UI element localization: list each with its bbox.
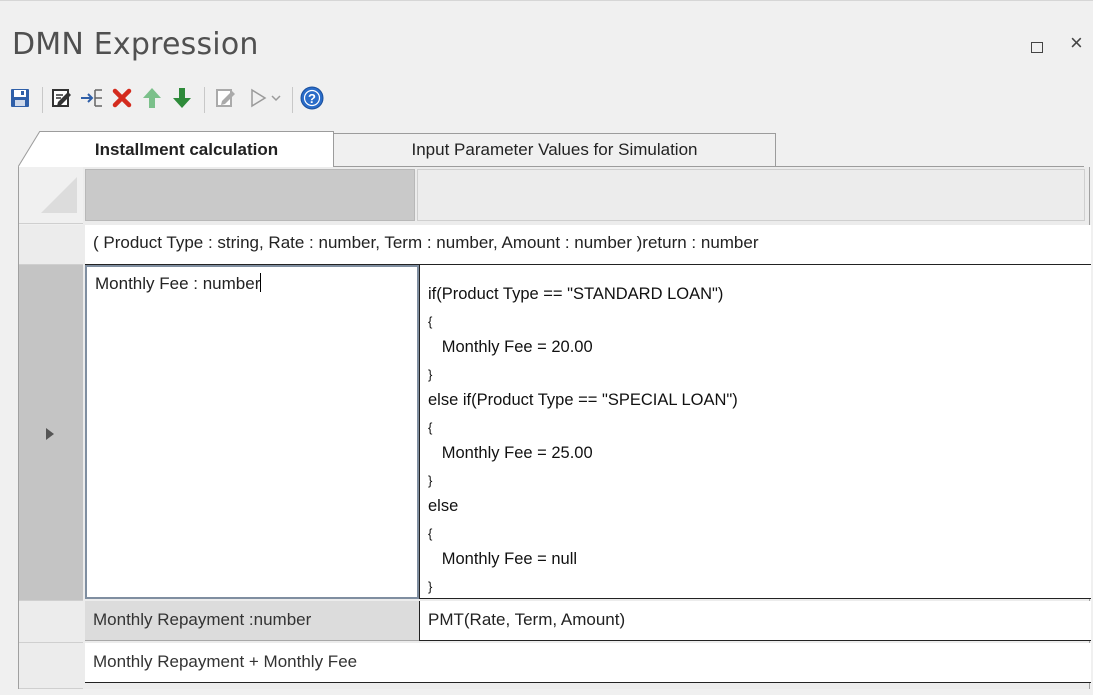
row-header[interactable] (19, 601, 83, 643)
text-caret (260, 273, 262, 292)
column-header-expression[interactable] (417, 169, 1085, 221)
row-header[interactable] (19, 643, 83, 689)
window-title: DMN Expression (12, 27, 259, 62)
toolbar: ? (6, 81, 566, 117)
arrow-down-icon[interactable] (168, 81, 196, 115)
row-expression-cell[interactable]: if(Product Type == "STANDARD LOAN") { Mo… (419, 265, 1091, 599)
delete-icon[interactable] (108, 81, 136, 115)
svg-text:?: ? (308, 91, 316, 106)
tab-input-parameter-values[interactable]: Input Parameter Values for Simulation (334, 133, 776, 166)
column-header-name[interactable] (85, 169, 415, 221)
expression-grid: ( Product Type : string, Rate : number, … (18, 167, 1091, 689)
row-name-cell[interactable]: Monthly Fee : number (85, 265, 419, 599)
maximize-icon[interactable] (1031, 42, 1043, 53)
validate-icon[interactable] (212, 81, 240, 115)
close-icon[interactable]: × (1070, 32, 1083, 54)
function-signature[interactable]: ( Product Type : string, Rate : number, … (85, 225, 1091, 265)
row-name: Monthly Fee : number (95, 274, 261, 293)
tab-installment-calculation[interactable]: Installment calculation (40, 131, 334, 167)
chevron-down-icon[interactable] (268, 81, 284, 115)
help-icon[interactable]: ? (298, 81, 326, 115)
grid-corner[interactable] (19, 167, 83, 224)
save-icon[interactable] (6, 81, 34, 115)
dmn-expression-window: DMN Expression × ? Installment calculati… (0, 0, 1093, 695)
arrow-up-icon[interactable] (138, 81, 166, 115)
insert-row-icon[interactable] (78, 81, 106, 115)
row-name-cell[interactable]: Monthly Repayment :number (85, 601, 419, 641)
result-expression[interactable]: Monthly Repayment + Monthly Fee (85, 643, 1091, 683)
row-header[interactable] (19, 225, 83, 265)
tab-strip: Installment calculation Input Parameter … (18, 129, 1084, 167)
edit-icon[interactable] (48, 81, 76, 115)
expression-code: if(Product Type == "STANDARD LOAN") { Mo… (428, 285, 738, 594)
row-header-selected[interactable] (19, 265, 83, 601)
row-expression-cell[interactable]: PMT(Rate, Term, Amount) (419, 601, 1091, 641)
